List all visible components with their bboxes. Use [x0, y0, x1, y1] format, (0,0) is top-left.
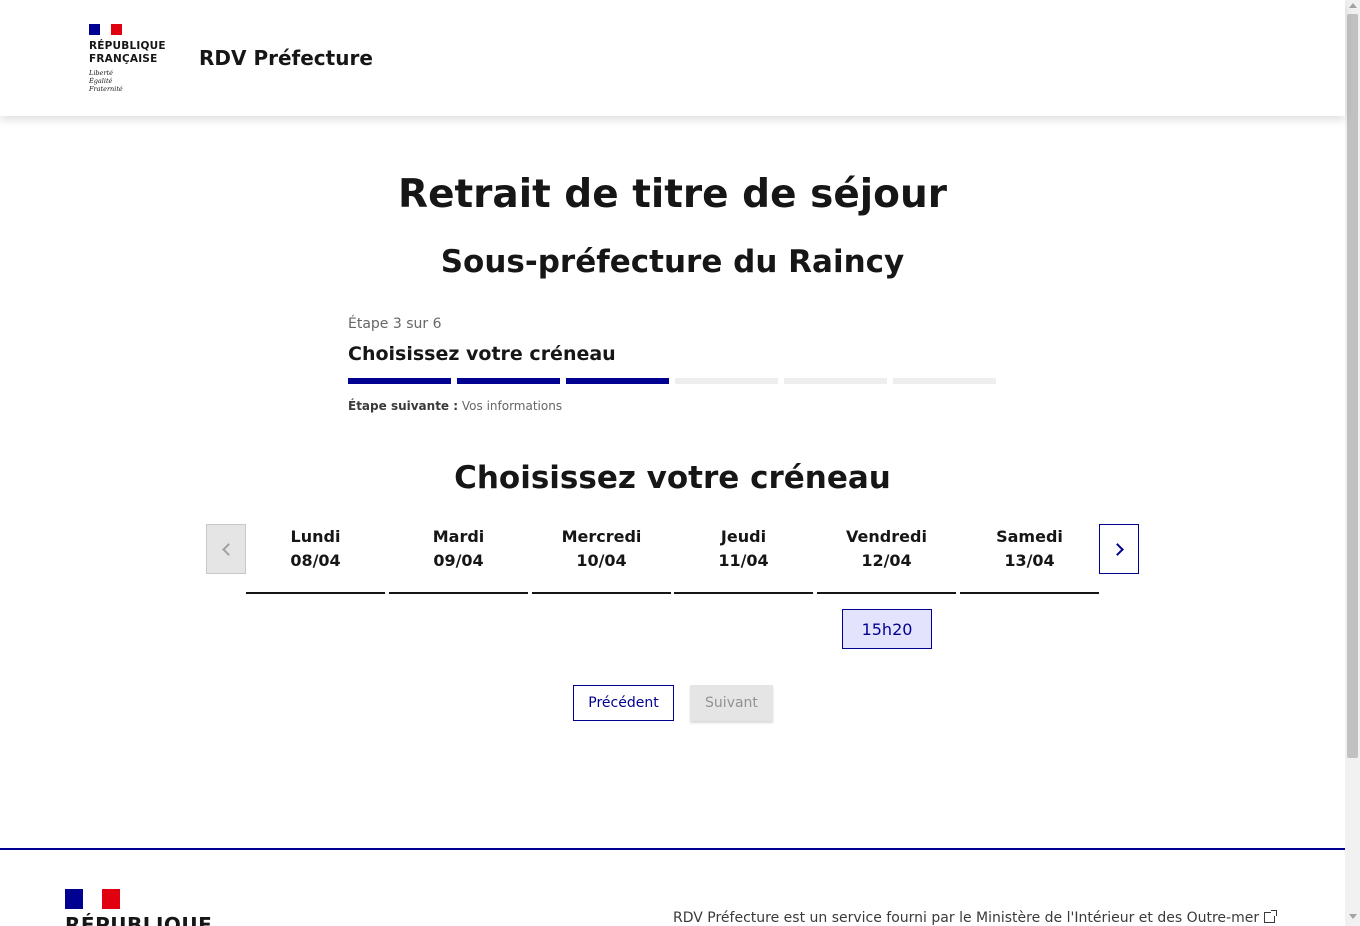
time-slot-button[interactable]: 15h20 — [842, 609, 932, 649]
stepper-bar-4 — [675, 378, 778, 384]
day-column-mardi: Mardi 09/04 — [389, 524, 528, 594]
stepper-progress-bars — [348, 378, 998, 384]
site-header: RÉPUBLIQUE FRANÇAISE Liberté Égalité Fra… — [0, 0, 1345, 116]
page-subtitle: Sous-préfecture du Raincy — [440, 244, 905, 280]
marianne-flag-icon — [89, 24, 122, 35]
scroll-up-arrow-icon[interactable] — [1349, 3, 1357, 8]
day-date: 08/04 — [290, 551, 341, 570]
chevron-left-icon — [221, 542, 235, 556]
calendar-title: Choisissez votre créneau — [454, 460, 891, 496]
stepper-state: Étape 3 sur 6 — [348, 316, 442, 332]
stepper-bar-1 — [348, 378, 451, 384]
footer-republique-francaise-logo[interactable]: RÉPUBLIQUE — [65, 889, 212, 926]
footer-logo-line-1: RÉPUBLIQUE — [65, 913, 213, 926]
day-name: Samedi — [996, 527, 1063, 546]
day-name: Mardi — [432, 527, 485, 546]
republique-francaise-logo[interactable]: RÉPUBLIQUE FRANÇAISE Liberté Égalité Fra… — [89, 24, 179, 93]
stepper-bar-3 — [566, 378, 669, 384]
day-column-mercredi: Mercredi 10/04 — [532, 524, 671, 594]
scrollbar-thumb[interactable] — [1347, 14, 1358, 758]
day-column-samedi: Samedi 13/04 — [960, 524, 1099, 594]
site-title[interactable]: RDV Préfecture — [199, 46, 373, 70]
day-date: 09/04 — [433, 551, 484, 570]
calendar-next-week-button[interactable] — [1099, 524, 1139, 574]
previous-button[interactable]: Précédent — [573, 685, 674, 721]
footer-top-border — [0, 848, 1345, 850]
day-name: Lundi — [290, 527, 341, 546]
external-link-icon — [1264, 910, 1278, 923]
scroll-down-arrow-icon[interactable] — [1349, 914, 1357, 919]
footer-ministry-text: RDV Préfecture est un service fourni par… — [673, 910, 1260, 926]
page-title: Retrait de titre de séjour — [398, 172, 947, 217]
vertical-scrollbar[interactable] — [1345, 0, 1360, 926]
calendar-prev-week-button[interactable] — [206, 524, 246, 574]
stepper: Étape 3 sur 6 Choisissez votre créneau É… — [348, 316, 998, 413]
footer-marianne-flag-icon — [65, 889, 120, 909]
stepper-bar-2 — [457, 378, 560, 384]
day-column-lundi: Lundi 08/04 — [246, 524, 385, 594]
motto-fraternite: Fraternité — [89, 85, 123, 93]
stepper-title: Choisissez votre créneau — [348, 343, 616, 365]
stepper-bar-5 — [784, 378, 887, 384]
day-column-jeudi: Jeudi 11/04 — [674, 524, 813, 594]
day-name: Jeudi — [720, 527, 767, 546]
footer-ministry-link[interactable]: RDV Préfecture est un service fourni par… — [673, 910, 1278, 926]
chevron-right-icon — [1110, 542, 1124, 556]
day-column-vendredi: Vendredi 12/04 — [817, 524, 956, 594]
day-date: 13/04 — [1004, 551, 1055, 570]
day-date: 11/04 — [718, 551, 769, 570]
logo-line-1: RÉPUBLIQUE — [89, 40, 166, 52]
motto-liberte: Liberté — [89, 69, 113, 77]
next-button-disabled[interactable]: Suivant — [690, 685, 773, 721]
day-date: 12/04 — [861, 551, 912, 570]
stepper-next-label: Étape suivante : — [348, 399, 459, 413]
motto-egalite: Égalité — [89, 77, 113, 85]
day-name: Vendredi — [846, 527, 927, 546]
stepper-next-step: Étape suivante : Vos informations — [348, 399, 998, 413]
stepper-next-value: Vos informations — [461, 399, 563, 413]
day-date: 10/04 — [576, 551, 627, 570]
day-name: Mercredi — [561, 527, 642, 546]
logo-line-2: FRANÇAISE — [89, 53, 158, 65]
stepper-bar-6 — [893, 378, 996, 384]
